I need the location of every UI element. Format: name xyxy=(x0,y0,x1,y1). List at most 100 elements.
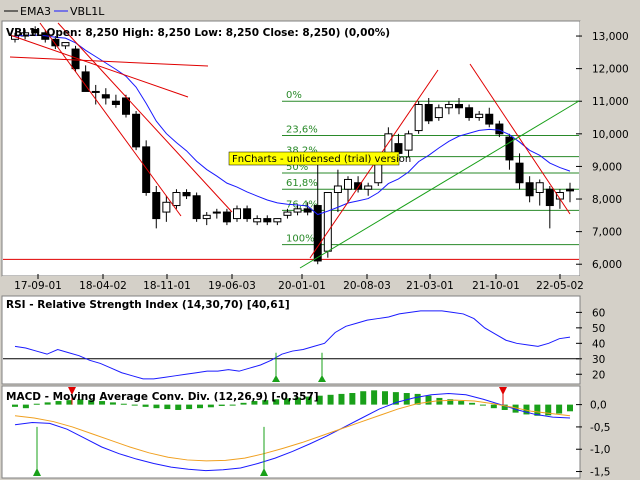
date-tick-label: 17-09-01 xyxy=(14,280,62,292)
rsi-header: RSI - Relative Strength Index (14,30,70)… xyxy=(6,299,290,311)
price-tick-label: 11,000 xyxy=(592,96,629,108)
macd-histogram-bar xyxy=(556,404,563,414)
candle-body xyxy=(465,107,474,119)
fib-label: 0% xyxy=(286,90,302,101)
date-tick-label: 22-05-02 xyxy=(536,280,584,292)
candle-body xyxy=(101,94,110,99)
macd-histogram-bar xyxy=(479,404,486,406)
watermark-text: FnCharts - unlicensed (trial) version xyxy=(232,154,411,165)
macd-histogram-bar xyxy=(218,404,225,406)
date-tick-label: 18-11-01 xyxy=(143,280,191,292)
macd-histogram-bar xyxy=(567,404,573,412)
price-tick-label: 7,000 xyxy=(592,227,622,239)
candle-body xyxy=(283,211,292,216)
legend-label-vbl1l: VBL1L xyxy=(70,5,105,18)
macd-histogram-bar xyxy=(131,404,138,406)
candle-body xyxy=(122,97,130,115)
macd-histogram-bar xyxy=(186,404,193,410)
candle-body xyxy=(132,113,141,148)
candle-body xyxy=(414,103,423,132)
macd-histogram-bar xyxy=(382,391,388,405)
price-tick-label: 13,000 xyxy=(592,31,629,43)
macd-histogram-bar xyxy=(22,404,29,409)
macd-histogram-bar xyxy=(360,391,367,405)
rsi-tick-label: 20 xyxy=(592,369,605,381)
candle-body xyxy=(162,201,171,213)
rsi-tick-label: 50 xyxy=(592,323,605,335)
macd-tick-label: -1,0 xyxy=(590,444,611,456)
candle-body xyxy=(545,188,554,207)
candle-body xyxy=(444,103,453,109)
candle-body xyxy=(535,182,544,194)
candle-body xyxy=(91,90,100,93)
candle-body xyxy=(273,218,282,223)
candle-body xyxy=(505,136,514,161)
macd-header: MACD - Moving Average Conv. Div. (12,26,… xyxy=(6,391,319,403)
macd-tick-label: 0,0 xyxy=(590,400,607,412)
legend-label-ema3: EMA3 xyxy=(20,5,51,18)
candle-body xyxy=(111,100,120,105)
macd-tick-label: -0,5 xyxy=(590,422,611,434)
candle-body xyxy=(485,113,494,125)
candle-body xyxy=(434,107,443,119)
candle-body xyxy=(333,185,342,194)
candle-body xyxy=(61,42,70,47)
candle-body xyxy=(263,218,272,223)
candle-body xyxy=(455,103,463,109)
candle-body xyxy=(182,192,191,197)
candle-body xyxy=(212,211,221,214)
candle-body xyxy=(344,178,352,190)
date-tick-label: 19-06-03 xyxy=(208,280,256,292)
fib-label: 61,8% xyxy=(286,178,318,189)
macd-histogram-bar xyxy=(425,395,432,405)
candle-body xyxy=(525,182,534,197)
candle-body xyxy=(243,208,252,220)
candle-body xyxy=(303,208,312,213)
candle-body xyxy=(475,113,484,119)
candle-body xyxy=(424,103,433,122)
macd-histogram-bar xyxy=(327,394,334,405)
macd-histogram-bar xyxy=(142,404,149,407)
candle-body xyxy=(233,208,241,220)
macd-histogram-bar xyxy=(120,403,127,405)
rsi-tick-label: 60 xyxy=(592,307,605,319)
price-tick-label: 9,000 xyxy=(592,161,622,173)
macd-histogram-bar xyxy=(207,404,214,408)
date-tick-label: 21-03-01 xyxy=(406,280,454,292)
macd-histogram-bar xyxy=(12,404,18,407)
macd-histogram-bar xyxy=(229,404,236,406)
candle-body xyxy=(152,192,161,220)
rsi-tick-label: 30 xyxy=(592,354,605,366)
chart-canvas: 13,000 12,000 11,000 10,000 9,000 8,000 7,000 6… xyxy=(1,5,638,479)
candle-body xyxy=(323,192,332,252)
candle-body xyxy=(404,133,413,151)
price-tick-label: 6,000 xyxy=(592,259,622,271)
fib-label: 100% xyxy=(286,234,315,245)
macd-histogram-bar xyxy=(338,393,345,405)
price-header: VBL1L Open: 8,250 High: 8,250 Low: 8,250… xyxy=(6,27,390,39)
candle-body xyxy=(253,218,262,223)
macd-histogram-bar xyxy=(175,404,182,410)
macd-histogram-bar xyxy=(240,402,247,405)
price-tick-label: 12,000 xyxy=(592,64,629,76)
candle-body xyxy=(364,185,373,190)
price-tick-label: 8,000 xyxy=(592,194,622,206)
rsi-tick-label: 40 xyxy=(592,338,605,350)
price-tick-label: 10,000 xyxy=(592,129,629,141)
candle-body xyxy=(566,188,574,192)
macd-histogram-bar xyxy=(458,401,465,405)
date-tick-label: 20-08-03 xyxy=(343,280,391,292)
date-tick-label: 20-01-01 xyxy=(278,280,326,292)
macd-histogram-bar xyxy=(164,404,171,410)
macd-histogram-bar xyxy=(349,393,356,405)
date-tick-label: 21-10-01 xyxy=(472,280,520,292)
candle-body xyxy=(192,195,201,220)
macd-tick-label: -1,5 xyxy=(590,467,611,479)
macd-histogram-bar xyxy=(197,404,203,409)
fib-label: 23,6% xyxy=(286,124,318,135)
candle-body xyxy=(172,192,181,207)
macd-histogram-bar xyxy=(153,404,160,409)
candle-body xyxy=(142,146,151,194)
candle-body xyxy=(495,123,504,135)
candle-body xyxy=(222,211,231,223)
